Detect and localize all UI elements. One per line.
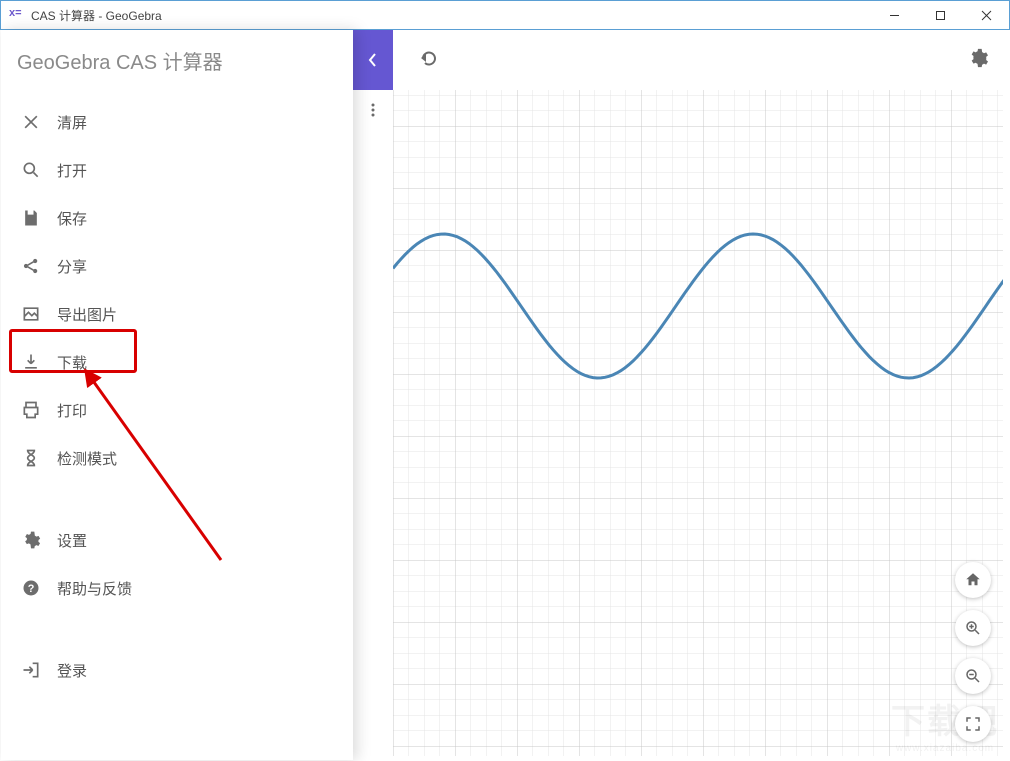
menu-item-label: 帮助与反馈 — [57, 578, 132, 599]
minimize-button[interactable] — [871, 1, 917, 29]
zoom-out-button[interactable] — [955, 658, 991, 694]
gear-icon — [21, 530, 41, 550]
search-icon — [21, 158, 51, 182]
close-icon — [21, 112, 41, 132]
search-icon — [21, 160, 41, 180]
download-icon — [21, 350, 51, 374]
menu-item-label: 清屏 — [57, 112, 87, 133]
help-icon: ? — [21, 578, 41, 598]
menu-item-help[interactable]: ? 帮助与反馈 — [1, 564, 353, 612]
menu-item-share[interactable]: 分享 — [1, 242, 353, 290]
menu-item-print[interactable]: 打印 — [1, 386, 353, 434]
app-toolbar — [353, 30, 1009, 90]
menu-item-gear[interactable]: 设置 — [1, 516, 353, 564]
print-icon — [21, 398, 51, 422]
hourglass-icon — [21, 448, 41, 468]
menu-item-label: 分享 — [57, 256, 87, 277]
menu-item-save[interactable]: 保存 — [1, 194, 353, 242]
kebab-icon — [365, 102, 381, 118]
image-icon — [21, 304, 41, 324]
undo-button[interactable] — [417, 47, 439, 74]
fullscreen-icon — [964, 715, 982, 733]
close-button[interactable] — [963, 1, 1009, 29]
maximize-button[interactable] — [917, 1, 963, 29]
login-icon — [21, 658, 51, 682]
menu-item-hourglass[interactable]: 检测模式 — [1, 434, 353, 482]
chevron-left-icon — [366, 53, 380, 67]
gear-icon — [21, 528, 51, 552]
zoom-in-icon — [964, 619, 982, 637]
undo-icon — [417, 47, 439, 69]
menu-item-label: 打印 — [57, 400, 87, 421]
download-icon — [21, 352, 41, 372]
settings-button[interactable] — [967, 47, 989, 74]
save-icon — [21, 206, 51, 230]
view-controls — [955, 562, 991, 742]
menu-item-close[interactable]: 清屏 — [1, 98, 353, 146]
window-title: CAS 计算器 - GeoGebra — [31, 7, 162, 24]
curve — [393, 64, 1003, 756]
menu-item-download[interactable]: 下载 — [1, 338, 353, 386]
close-icon — [21, 110, 51, 134]
menu-item-label: 登录 — [57, 660, 87, 681]
login-icon — [21, 660, 41, 680]
menu-item-login[interactable]: 登录 — [1, 646, 353, 694]
zoom-in-button[interactable] — [955, 610, 991, 646]
save-icon — [21, 208, 41, 228]
menu-item-label: 检测模式 — [57, 448, 117, 469]
share-icon — [21, 254, 51, 278]
app-icon: x= — [9, 7, 25, 23]
graph-view[interactable] — [393, 64, 1003, 756]
share-icon — [21, 256, 41, 276]
menu-back-button[interactable] — [353, 30, 393, 90]
menu-item-label: 保存 — [57, 208, 87, 229]
menu-title: GeoGebra CAS 计算器 — [1, 30, 353, 90]
print-icon — [21, 400, 41, 420]
more-button[interactable] — [353, 90, 393, 130]
hourglass-icon — [21, 446, 51, 470]
gear-icon — [967, 47, 989, 69]
help-icon: ? — [21, 576, 51, 600]
window-titlebar: x= CAS 计算器 - GeoGebra — [0, 0, 1010, 30]
menu-item-search[interactable]: 打开 — [1, 146, 353, 194]
svg-text:?: ? — [28, 583, 35, 595]
home-view-button[interactable] — [955, 562, 991, 598]
menu-item-label: 打开 — [57, 160, 87, 181]
menu-item-label: 下载 — [57, 352, 87, 373]
menu-item-image[interactable]: 导出图片 — [1, 290, 353, 338]
zoom-out-icon — [964, 667, 982, 685]
menu-item-label: 导出图片 — [57, 304, 117, 325]
image-icon — [21, 302, 51, 326]
main-menu: GeoGebra CAS 计算器 清屏打开保存分享导出图片下载打印检测模式 设置… — [1, 30, 353, 760]
menu-item-label: 设置 — [57, 530, 87, 551]
home-icon — [964, 571, 982, 589]
fullscreen-button[interactable] — [955, 706, 991, 742]
